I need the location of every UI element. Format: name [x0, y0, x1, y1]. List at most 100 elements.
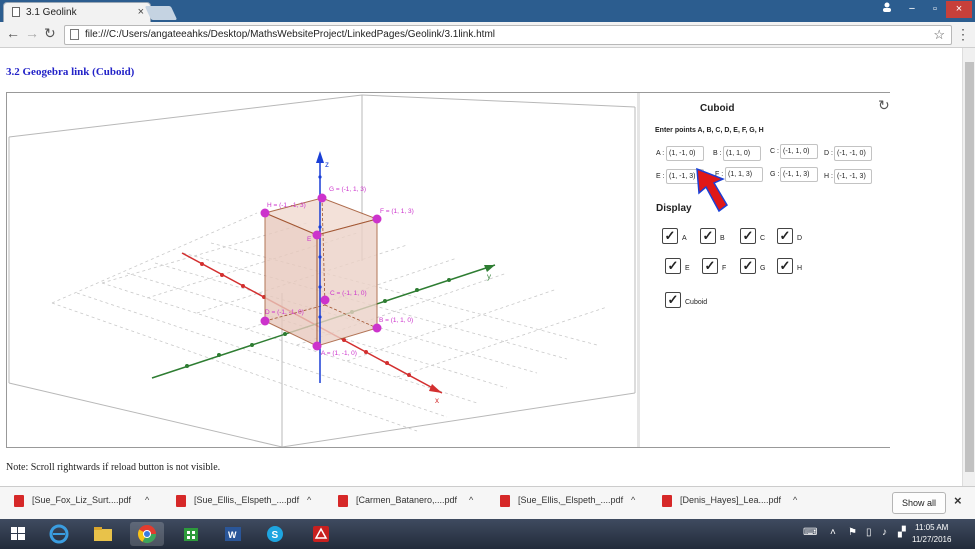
point-label-a: A : — [656, 150, 665, 157]
new-tab-button[interactable] — [144, 6, 178, 20]
tab-close-icon[interactable]: × — [138, 3, 144, 22]
download-item[interactable]: [Denis_Hayes]_Lea....pdf — [680, 495, 781, 505]
address-bar[interactable]: file:///C:/Users/angateeahks/Desktop/Mat… — [64, 25, 952, 45]
download-item[interactable]: [Sue_Fox_Liz_Surt....pdf — [32, 495, 131, 505]
label-d: D = (-1, -1, 0) — [265, 309, 304, 316]
point-label-g: G : — [770, 171, 780, 178]
checkbox-h[interactable]: ✓ — [777, 258, 793, 274]
label-c: C = (-1, 1, 0) — [330, 290, 367, 297]
checkbox-c[interactable]: ✓ — [740, 228, 756, 244]
point-input-b[interactable]: (1, 1, 0) — [723, 146, 761, 161]
download-item[interactable]: [Carmen_Batanero,....pdf — [356, 495, 457, 505]
geogebra-applet[interactable]: x y z H = (-1, -1, 3) G = (-1, 1, 3) F =… — [6, 92, 890, 448]
download-item[interactable]: [Sue_Ellis,_Elspeth_....pdf — [518, 495, 623, 505]
acrobat-icon[interactable] — [304, 522, 338, 546]
page-icon — [12, 7, 20, 17]
chevron-up-icon[interactable]: ˄ — [830, 527, 836, 538]
checkbox-f[interactable]: ✓ — [702, 258, 718, 274]
menu-icon[interactable]: ⋮ — [956, 26, 970, 43]
point-c — [320, 295, 330, 305]
point-input-d[interactable]: (-1, -1, 0) — [834, 146, 872, 161]
checkbox-label-c: C — [760, 235, 766, 242]
page-icon — [70, 29, 79, 40]
svg-text:S: S — [272, 530, 279, 541]
point-e — [312, 230, 322, 240]
close-button[interactable]: × — [946, 1, 972, 18]
svg-text:W: W — [228, 530, 237, 540]
point-label-c: C : — [770, 148, 779, 155]
downloads-bar: [Sue_Fox_Liz_Surt....pdf ^ [Sue_Ellis,_E… — [0, 486, 975, 519]
minimize-button[interactable]: − — [900, 1, 924, 18]
chevron-up-icon[interactable]: ^ — [145, 495, 149, 505]
skype-icon[interactable]: S — [258, 522, 292, 546]
checkbox-g[interactable]: ✓ — [740, 258, 756, 274]
label-a: A = (1, -1, 0) — [321, 350, 357, 357]
forward-button[interactable]: → — [25, 25, 39, 41]
checkbox-b[interactable]: ✓ — [700, 228, 716, 244]
clock[interactable]: 11:05 AM 11/27/2016 — [912, 522, 951, 546]
point-input-g[interactable]: (-1, 1, 3) — [780, 167, 818, 182]
back-button[interactable]: ← — [6, 25, 20, 41]
label-f: F = (1, 1, 3) — [380, 208, 414, 215]
checkbox-d[interactable]: ✓ — [777, 228, 793, 244]
download-item[interactable]: [Sue_Ellis,_Elspeth_....pdf — [194, 495, 299, 505]
point-input-c[interactable]: (-1, 1, 0) — [780, 144, 818, 159]
label-b: B = (1, 1, 0) — [379, 317, 413, 324]
file-explorer-icon[interactable] — [86, 522, 120, 546]
maximize-button[interactable]: ▫ — [924, 1, 946, 18]
checkbox-label-g: G — [760, 265, 766, 272]
point-b — [372, 323, 382, 333]
star-icon[interactable]: ☆ — [933, 26, 945, 44]
chevron-up-icon[interactable]: ^ — [631, 495, 635, 505]
checkbox-label-e: E — [685, 265, 690, 272]
point-label-h: H : — [824, 173, 833, 180]
pdf-icon — [662, 495, 672, 507]
checkbox-label-a: A — [682, 235, 687, 242]
pdf-icon — [500, 495, 510, 507]
word-icon[interactable]: W — [216, 522, 250, 546]
pdf-icon — [338, 495, 348, 507]
windows-taskbar: W S ⌨ ˄ ⚑ ▯ ♪ ▞ 11:05 AM 11/27/2016 — [0, 519, 975, 549]
close-downloads-icon[interactable]: × — [954, 493, 962, 508]
checkbox-label-h: H — [797, 265, 803, 272]
label-e: E — [307, 236, 312, 243]
refresh-icon[interactable]: ↻ — [878, 97, 890, 114]
battery-icon[interactable]: ▯ — [866, 527, 872, 538]
chrome-icon[interactable] — [130, 522, 164, 546]
title-bar: 3.1 Geolink × − ▫ × — [0, 0, 975, 22]
x-axis-label: x — [435, 396, 439, 405]
flag-icon[interactable]: ⚑ — [848, 527, 857, 538]
reload-button[interactable]: ↻ — [44, 25, 56, 42]
graphics-3d-view[interactable]: x y z H = (-1, -1, 3) G = (-1, 1, 3) F =… — [7, 93, 637, 448]
user-icon[interactable] — [877, 1, 897, 18]
point-input-a[interactable]: (1, -1, 0) — [666, 146, 704, 161]
page-content: 3.2 Geogebra link (Cuboid) x y z H = (-1… — [0, 48, 962, 486]
network-icon[interactable]: ▞ — [898, 527, 906, 538]
store-icon[interactable] — [174, 522, 208, 546]
point-label-b: B : — [713, 150, 722, 157]
point-d — [260, 316, 270, 326]
point-input-h[interactable]: (-1, -1, 3) — [834, 169, 872, 184]
chevron-up-icon[interactable]: ^ — [793, 495, 797, 505]
checkbox-a[interactable]: ✓ — [662, 228, 678, 244]
tab-active[interactable]: 3.1 Geolink × — [3, 2, 151, 22]
keyboard-icon[interactable]: ⌨ — [803, 527, 817, 538]
volume-icon[interactable]: ♪ — [882, 527, 887, 538]
checkbox-label-cuboid: Cuboid — [685, 299, 708, 306]
label-g: G = (-1, 1, 3) — [329, 186, 366, 193]
scrollbar-thumb[interactable] — [965, 62, 974, 472]
page-scrollbar[interactable] — [962, 48, 975, 486]
chevron-up-icon[interactable]: ^ — [469, 495, 473, 505]
pdf-icon — [14, 495, 24, 507]
pdf-icon — [176, 495, 186, 507]
internet-explorer-icon[interactable] — [42, 522, 76, 546]
checkbox-label-f: F — [722, 265, 727, 272]
chevron-up-icon[interactable]: ^ — [307, 495, 311, 505]
show-all-button[interactable]: Show all — [892, 492, 946, 514]
point-label-d: D : — [824, 150, 833, 157]
checkbox-e[interactable]: ✓ — [665, 258, 681, 274]
checkbox-cuboid[interactable]: ✓ — [665, 292, 681, 308]
point-label-e: E : — [656, 173, 665, 180]
enter-points-label: Enter points A, B, C, D, E, F, G, H — [655, 127, 764, 134]
start-button[interactable] — [2, 522, 34, 546]
